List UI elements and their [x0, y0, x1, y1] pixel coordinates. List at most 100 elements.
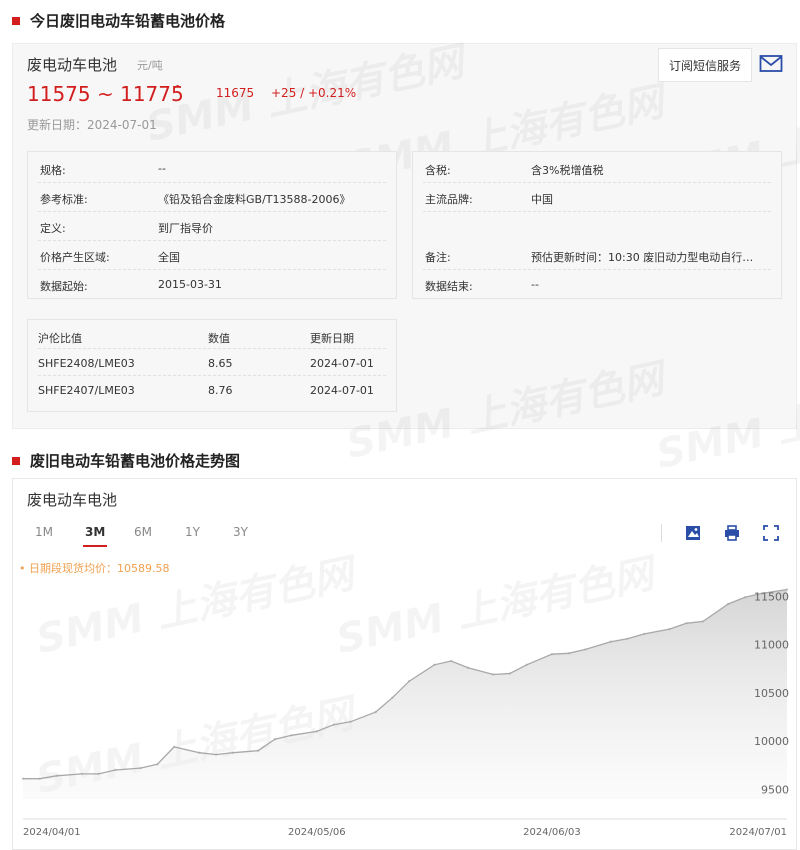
data-point: [508, 672, 512, 675]
data-point: [21, 777, 25, 780]
y-tick-label: 10500: [754, 687, 789, 700]
spec-value: 中国: [531, 193, 553, 206]
spec-value: --: [158, 162, 166, 175]
spec-key: 备注:: [425, 251, 451, 264]
data-point: [139, 766, 142, 770]
spec-key: 规格:: [40, 164, 66, 177]
data-point: [38, 777, 41, 780]
data-point: [567, 652, 570, 655]
data-point: [643, 632, 646, 636]
data-point: [743, 596, 747, 599]
spec-key: 数据起始:: [40, 280, 88, 293]
price-up-icon: ^: [173, 83, 183, 96]
spec-key: 含税:: [425, 164, 451, 177]
data-point: [450, 659, 453, 663]
price-panel: SMM 上海有色网 SMM 上海有色网 SMM 上海有色网 SMM 上海有色网 …: [12, 39, 800, 478]
spec-key: 定义:: [40, 222, 66, 235]
data-point: [114, 768, 117, 772]
watermark: SMM 上海有色网: [650, 356, 800, 480]
data-point: [727, 602, 730, 606]
ratio-cell: 2024-07-01: [310, 357, 374, 370]
spec-value: 《铅及铅合金废料GB/T13588-2006》: [158, 193, 351, 206]
data-point: [156, 763, 159, 766]
spec-row-empty: [423, 212, 771, 241]
spec-row: 主流品牌: 中国: [423, 183, 771, 212]
spec-row: 价格产生区域: 全国: [38, 241, 386, 270]
data-point: [80, 772, 84, 776]
price-trend-chart[interactable]: 9500 10000 10500 11000 11500 2024/04/01 2024/0…: [13, 479, 798, 850]
x-tick-label: 2024/04/01: [23, 827, 81, 838]
data-point: [55, 774, 58, 777]
table-row: SHFE2407/LME03 8.76 2024-07-01: [38, 376, 386, 403]
spec-value: 预估更新时间：10:30 废旧动力型电动自行…: [531, 251, 754, 264]
section-title-today-price: 今日废旧电动车铅蓄电池价格: [12, 10, 225, 31]
data-point: [214, 753, 218, 756]
data-point: [433, 663, 436, 666]
spec-value: --: [531, 278, 539, 291]
data-point: [256, 749, 260, 752]
update-date: 更新日期：2024-07-01: [27, 118, 157, 132]
x-tick-label: 2024/05/06: [288, 827, 346, 838]
data-point: [231, 751, 235, 754]
chart-panel: 废电动车电池 1M 3M 6M 1Y 3Y • 日期段现货均价：10589.58…: [12, 478, 797, 850]
product-name: 废电动车电池: [27, 56, 118, 74]
data-point: [273, 738, 277, 741]
data-point: [408, 680, 411, 683]
spec-key: 数据结束:: [425, 280, 473, 293]
price-change: +25 / +0.21%: [271, 86, 357, 100]
data-point: [332, 723, 335, 726]
ratio-table: 沪伦比值 数值 更新日期 SHFE2408/LME03 8.65 2024-07…: [27, 319, 397, 412]
data-point: [685, 622, 688, 625]
data-point: [198, 751, 201, 754]
ratio-header: 沪伦比值: [38, 332, 82, 345]
mail-icon[interactable]: [759, 54, 783, 74]
spec-value: 到厂指导价: [158, 222, 213, 235]
spec-value: 全国: [158, 251, 180, 264]
data-point: [668, 627, 671, 631]
series-area: [23, 589, 787, 799]
price-average: 11675: [216, 86, 255, 100]
spec-row: 数据起始: 2015-03-31: [38, 270, 386, 299]
section-title-price-trend: 废旧电动车铅蓄电池价格走势图: [12, 450, 240, 471]
y-tick-label: 10000: [754, 735, 789, 748]
ratio-cell: SHFE2408/LME03: [38, 357, 135, 370]
ratio-cell: 8.76: [208, 384, 233, 397]
section-title-text: 今日废旧电动车铅蓄电池价格: [30, 12, 226, 30]
ratio-header-row: 沪伦比值 数值 更新日期: [38, 322, 386, 349]
y-tick-label: 11000: [754, 639, 789, 652]
data-point: [172, 745, 176, 749]
data-point: [391, 696, 394, 699]
data-point: [290, 734, 293, 737]
spec-key: 参考标准:: [40, 193, 88, 206]
price-unit: 元/吨: [137, 59, 163, 72]
price-range: 11575 ~ 11775: [27, 82, 184, 106]
ratio-header: 数值: [208, 332, 230, 345]
spec-row: 定义: 到厂指导价: [38, 212, 386, 241]
data-point: [466, 666, 470, 669]
ratio-cell: 2024-07-01: [310, 384, 374, 397]
ratio-cell: 8.65: [208, 357, 233, 370]
y-tick-label: 11500: [754, 590, 789, 603]
ratio-header: 更新日期: [310, 332, 354, 345]
data-point: [550, 653, 554, 656]
data-point: [626, 637, 629, 640]
spec-row: 规格: --: [38, 154, 386, 183]
x-tick-label: 2024/07/01: [729, 827, 787, 838]
data-point: [315, 730, 318, 733]
x-tick-label: 2024/06/03: [523, 827, 581, 838]
section-marker: [12, 16, 20, 25]
spec-row: 参考标准: 《铅及铅合金废料GB/T13588-2006》: [38, 183, 386, 212]
y-tick-label: 9500: [761, 783, 789, 796]
spec-row: 含税: 含3%税增值税: [423, 154, 771, 183]
spec-box-left: 规格: -- 参考标准: 《铅及铅合金废料GB/T13588-2006》 定义:…: [27, 151, 397, 299]
table-row: SHFE2408/LME03 8.65 2024-07-01: [38, 349, 386, 376]
data-point: [584, 648, 587, 651]
spec-value: 含3%税增值税: [531, 164, 604, 177]
data-point: [97, 772, 100, 776]
spec-key: 主流品牌:: [425, 193, 473, 206]
data-point: [701, 620, 705, 623]
section-title-text: 废旧电动车铅蓄电池价格走势图: [30, 452, 241, 470]
data-point: [374, 710, 377, 714]
ratio-cell: SHFE2407/LME03: [38, 384, 135, 397]
subscribe-sms-button[interactable]: 订阅短信服务: [658, 48, 752, 82]
